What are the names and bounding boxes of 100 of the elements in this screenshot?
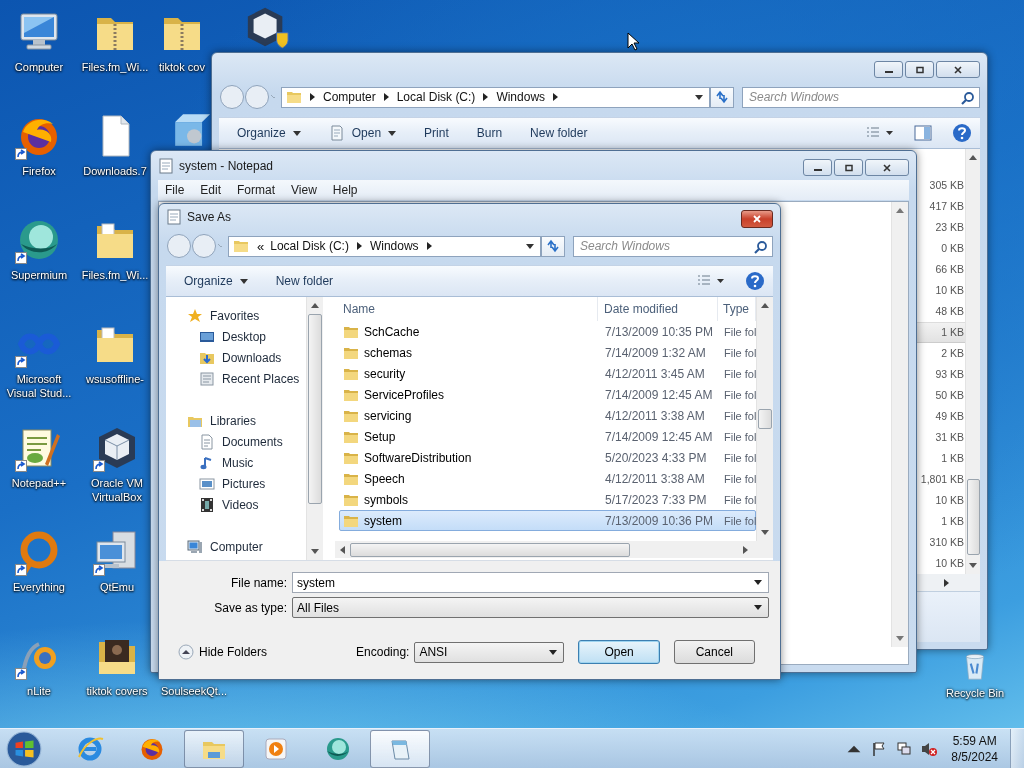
encoding-dropdown[interactable]: ANSI <box>414 641 565 663</box>
help-icon[interactable] <box>745 271 765 291</box>
taskbar-button[interactable] <box>184 729 244 768</box>
menu-item[interactable]: View <box>284 183 326 197</box>
taskbar-button[interactable] <box>370 729 430 768</box>
toolbar-button[interactable]: New folder <box>522 123 596 143</box>
network-icon[interactable] <box>896 740 913 757</box>
caret-icon <box>754 605 762 610</box>
file-row[interactable]: security 4/12/2011 3:45 AM File fol <box>339 363 756 384</box>
menu-item[interactable]: Format <box>230 183 285 197</box>
file-name-field[interactable]: system <box>292 572 769 593</box>
clock-time[interactable]: 5:59 AM <box>952 732 997 749</box>
cancel-button[interactable]: Cancel <box>673 640 755 664</box>
menu-item[interactable]: Edit <box>193 183 231 197</box>
minimize-button[interactable] <box>803 159 832 176</box>
address-bar[interactable]: Computer Local Disk (C:) Windows <box>281 86 710 108</box>
column-header[interactable]: Name <box>335 297 598 321</box>
breadcrumb-item[interactable]: Computer <box>323 90 376 104</box>
minimize-button[interactable] <box>874 61 903 78</box>
refresh-button[interactable] <box>710 86 734 108</box>
breadcrumb-item[interactable]: Local Disk (C:) <box>396 90 476 104</box>
scroll-arrow-icon[interactable] <box>761 530 769 535</box>
toolbar-button[interactable]: Organize <box>229 123 309 143</box>
nav-item[interactable]: Documents <box>166 431 306 452</box>
nav-item[interactable]: Music <box>166 452 306 473</box>
column-header[interactable]: Date modified <box>598 297 718 321</box>
file-size: 1,801 KB <box>919 472 965 487</box>
chevron-icon[interactable] <box>483 93 489 101</box>
nav-item[interactable]: Recent Places <box>166 368 306 389</box>
chevron-icon[interactable] <box>426 242 432 250</box>
file-row[interactable]: SoftwareDistribution 5/20/2023 4:33 PM File fol <box>339 447 756 468</box>
menu-item[interactable]: Help <box>325 183 367 197</box>
horizontal-scrollbar[interactable] <box>335 541 773 558</box>
scroll-arrow-icon[interactable] <box>311 549 319 554</box>
scroll-arrow-icon[interactable] <box>969 563 977 568</box>
vertical-scrollbar[interactable] <box>306 297 323 560</box>
overflow-chevron[interactable]: « <box>257 238 265 254</box>
close-button[interactable] <box>741 210 773 228</box>
chevron-icon[interactable] <box>310 93 315 101</box>
hide-folders-button[interactable]: Hide Folders <box>178 644 330 660</box>
file-row[interactable]: servicing 4/12/2011 3:38 AM File fol <box>339 405 756 426</box>
file-row[interactable]: Speech 4/12/2011 3:38 AM File fol <box>339 468 756 489</box>
nav-item[interactable]: Pictures <box>166 473 306 494</box>
file-size: 66 KB <box>934 262 965 277</box>
nav-item[interactable]: Favorites <box>166 305 306 326</box>
scroll-thumb[interactable] <box>966 479 980 555</box>
caret-icon[interactable] <box>695 94 703 100</box>
maximize-button[interactable] <box>834 159 863 176</box>
toolbar-button[interactable]: Open <box>320 122 405 144</box>
search-field[interactable]: Search Windows <box>573 235 773 257</box>
toolbar-button[interactable]: Burn <box>468 123 511 143</box>
scroll-arrow-icon[interactable] <box>969 155 977 160</box>
toolbar-button[interactable]: Organize <box>176 271 256 291</box>
scroll-thumb[interactable] <box>350 542 630 557</box>
caret-icon[interactable] <box>754 580 762 585</box>
volume-muted-icon[interactable] <box>921 740 938 757</box>
chevron-icon[interactable] <box>356 242 362 250</box>
scroll-arrow-icon[interactable] <box>340 545 345 554</box>
menu-item[interactable]: File <box>158 183 194 197</box>
maximize-button[interactable] <box>905 61 934 78</box>
search-field[interactable]: Search Windows <box>742 86 980 108</box>
scroll-arrow-icon[interactable] <box>311 303 319 308</box>
nav-item[interactable]: Desktop <box>166 326 306 347</box>
nav-item[interactable]: Videos <box>166 494 306 515</box>
caret-icon[interactable] <box>526 243 534 249</box>
refresh-button[interactable] <box>541 235 565 257</box>
file-row[interactable]: symbols 5/17/2023 7:33 PM File fol <box>339 489 756 510</box>
nav-item[interactable]: Downloads <box>166 347 306 368</box>
clock-date[interactable]: 8/5/2024 <box>951 748 998 765</box>
help-icon[interactable] <box>952 123 972 143</box>
file-row[interactable]: schemas 7/14/2009 1:32 AM File fol <box>339 342 756 363</box>
breadcrumb-item[interactable]: Local Disk (C:) <box>270 239 349 253</box>
open-button[interactable]: Open <box>578 640 660 664</box>
vertical-scrollbar[interactable] <box>965 149 980 574</box>
file-row[interactable]: SchCache 7/13/2009 10:35 PM File fol <box>339 321 756 342</box>
file-row[interactable]: ServiceProfiles 7/14/2009 12:45 AM File fol <box>339 384 756 405</box>
chevron-icon[interactable] <box>553 93 559 101</box>
scroll-thumb[interactable] <box>758 409 772 429</box>
search-icon[interactable] <box>754 239 768 254</box>
file-size: 417 KB <box>928 199 965 214</box>
scroll-arrow-icon[interactable] <box>743 545 748 554</box>
box-icon[interactable] <box>172 111 210 149</box>
toolbar-button[interactable]: New folder <box>267 271 342 291</box>
search-icon[interactable] <box>961 90 975 105</box>
chevron-icon[interactable] <box>383 93 389 101</box>
scroll-arrow-icon[interactable] <box>944 578 949 587</box>
nav-item[interactable]: Computer <box>166 536 306 557</box>
file-row[interactable]: system 7/13/2009 10:36 PM File fol <box>339 510 756 531</box>
flag-icon[interactable] <box>871 740 888 757</box>
file-type-dropdown[interactable]: All Files <box>292 597 769 618</box>
file-row[interactable]: Setup 7/14/2009 12:45 AM File fol <box>339 426 756 447</box>
scroll-arrow-icon[interactable] <box>761 303 769 308</box>
toolbar-button[interactable]: Print <box>416 123 457 143</box>
address-bar[interactable]: « Local Disk (C:) Windows <box>228 235 541 257</box>
scroll-thumb[interactable] <box>308 314 322 504</box>
breadcrumb-item[interactable]: Windows <box>369 239 419 253</box>
nav-item[interactable]: Libraries <box>166 410 306 431</box>
vertical-scrollbar[interactable] <box>756 297 773 541</box>
file-size: 50 KB <box>934 388 965 403</box>
breadcrumb-item[interactable]: Windows <box>496 90 546 104</box>
